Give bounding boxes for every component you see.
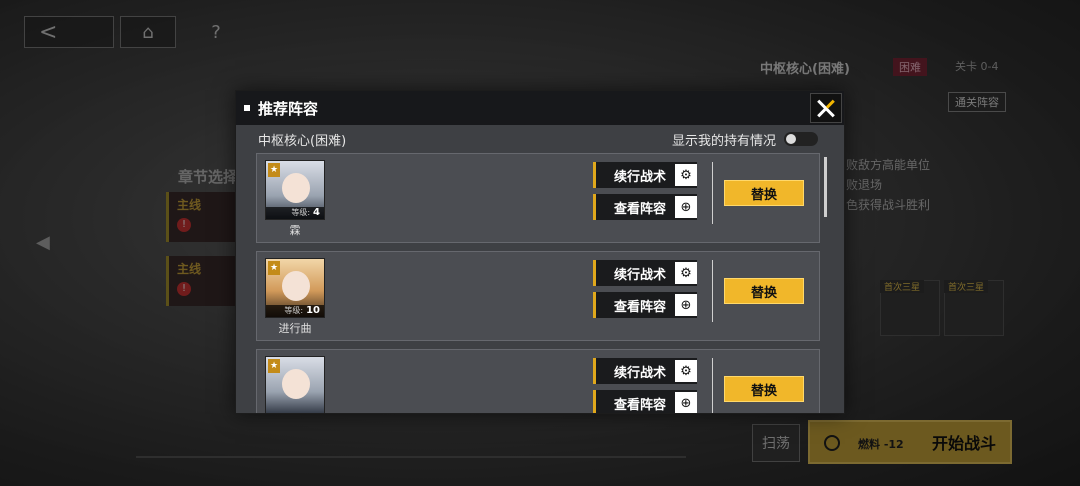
gear-timer-icon: ⚙: [675, 360, 697, 382]
character-name: 进行曲: [278, 322, 312, 335]
replace-button[interactable]: 替换: [724, 278, 804, 304]
gear-timer-icon: ⚙: [675, 262, 697, 284]
recommended-team-dialog: 推荐阵容 中枢核心(困难) 显示我的持有情况 ★ 等级: 4 霖 续行战术 ⚙ 查…: [235, 90, 845, 414]
team-list[interactable]: ★ 等级:4 霖 续行战术 ⚙ 查看阵容 ⊕ 替换 ★ 等级:10 进行曲: [256, 153, 822, 413]
view-team-label: 查看阵容: [614, 397, 667, 413]
list-item: ★ 等级: 4 霖 续行战术 ⚙ 查看阵容 ⊕ 替换: [256, 153, 820, 243]
magnifier-icon: ⊕: [675, 196, 697, 218]
ownership-toggle-label: 显示我的持有情况: [671, 133, 776, 149]
character-avatar[interactable]: ★ 等级: 10: [265, 258, 325, 318]
divider: [712, 358, 713, 413]
level-label: 等级:: [284, 306, 304, 315]
bullet-icon: [244, 105, 250, 111]
character-avatar[interactable]: ★: [265, 356, 325, 413]
dialog-subheader: 中枢核心(困难) 显示我的持有情况: [236, 125, 844, 153]
view-team-label: 查看阵容: [614, 299, 667, 315]
level-value: 10: [306, 305, 320, 316]
view-team-button[interactable]: 查看阵容 ⊕: [593, 292, 697, 318]
level-label: 等级:: [291, 208, 311, 217]
list-item: ★ 续行战术 ⚙ 查看阵容 ⊕ 替换: [256, 349, 820, 413]
divider: [712, 162, 713, 224]
tactic-label: 续行战术: [614, 365, 667, 381]
ownership-toggle[interactable]: [784, 132, 818, 146]
gear-timer-icon: ⚙: [675, 164, 697, 186]
star-rank-icon: ★: [268, 163, 280, 177]
view-team-button[interactable]: 查看阵容 ⊕: [593, 194, 697, 220]
magnifier-icon: ⊕: [675, 294, 697, 316]
tactic-button[interactable]: 续行战术 ⚙: [593, 358, 697, 384]
tactic-button[interactable]: 续行战术 ⚙: [593, 162, 697, 188]
star-rank-icon: ★: [268, 261, 280, 275]
replace-button[interactable]: 替换: [724, 376, 804, 402]
character-name: 霖: [289, 224, 301, 237]
scrollbar[interactable]: [824, 157, 827, 217]
magnifier-icon: ⊕: [675, 392, 697, 413]
divider: [712, 260, 713, 322]
view-team-label: 查看阵容: [614, 201, 667, 217]
star-rank-icon: ★: [268, 359, 280, 373]
character-avatar[interactable]: ★ 等级: 4: [265, 160, 325, 220]
dialog-title: 推荐阵容: [258, 99, 319, 118]
tactic-label: 续行战术: [614, 169, 667, 185]
level-value: 4: [313, 207, 320, 218]
tactic-label: 续行战术: [614, 267, 667, 283]
tactic-button[interactable]: 续行战术 ⚙: [593, 260, 697, 286]
stage-label: 中枢核心(困难): [258, 133, 347, 149]
replace-button[interactable]: 替换: [724, 180, 804, 206]
view-team-button[interactable]: 查看阵容 ⊕: [593, 390, 697, 413]
dialog-header: 推荐阵容: [236, 91, 844, 125]
close-button[interactable]: [810, 93, 842, 123]
list-item: ★ 等级: 10 进行曲 续行战术 ⚙ 查看阵容 ⊕ 替换: [256, 251, 820, 341]
